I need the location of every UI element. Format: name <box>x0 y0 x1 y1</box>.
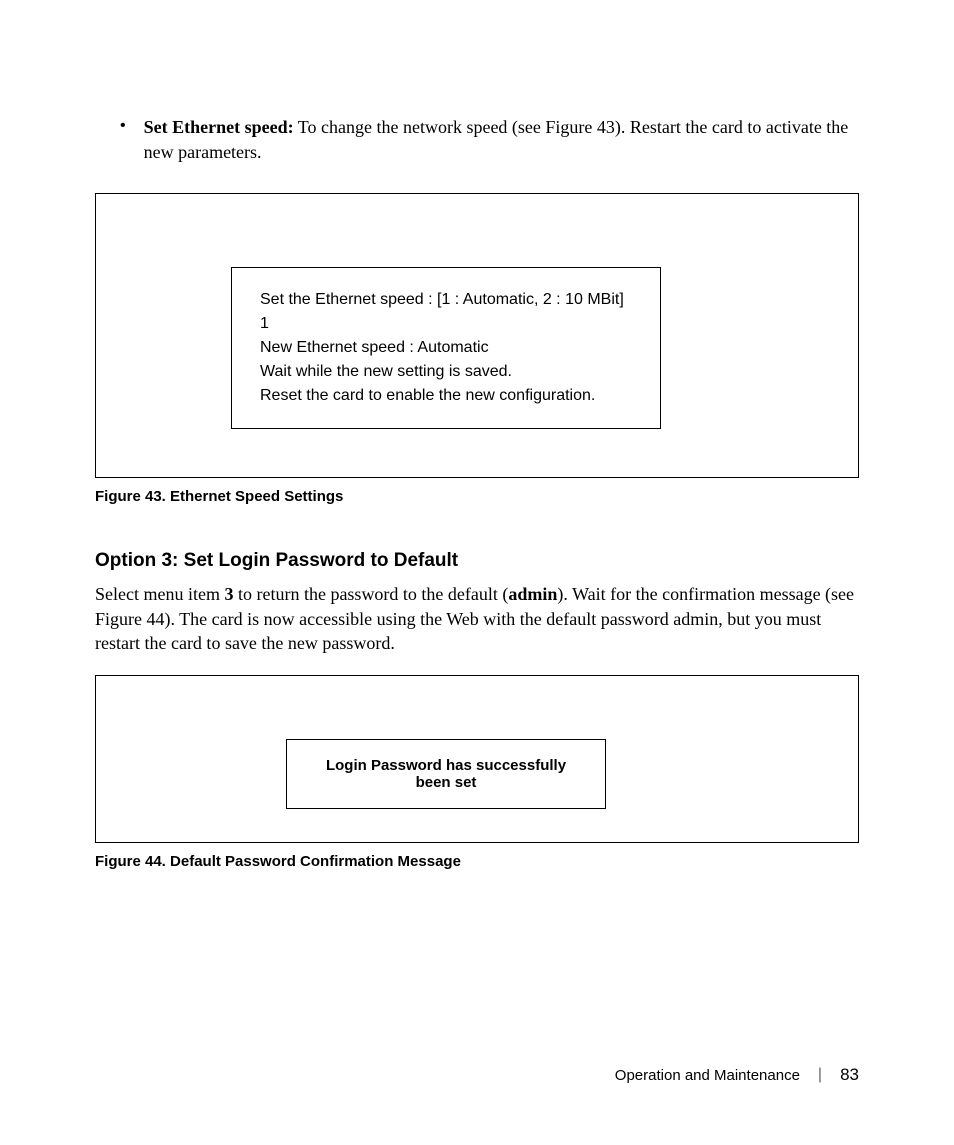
bullet-text: Set Ethernet speed: To change the networ… <box>144 115 859 165</box>
figure-44-box: Login Password has successfully been set <box>95 675 859 843</box>
terminal-line: Reset the card to enable the new configu… <box>260 384 632 408</box>
body-paragraph: Select menu item 3 to return the passwor… <box>95 582 859 655</box>
terminal-line: New Ethernet speed : Automatic <box>260 336 632 360</box>
figure-44-caption: Figure 44. Default Password Confirmation… <box>95 853 859 870</box>
footer-divider: | <box>818 1066 822 1084</box>
section-heading: Option 3: Set Login Password to Default <box>95 550 859 572</box>
page-footer: Operation and Maintenance | 83 <box>615 1065 859 1085</box>
para-bold: admin <box>508 584 557 604</box>
figure-43-box: Set the Ethernet speed : [1 : Automatic,… <box>95 193 859 478</box>
bullet-icon: • <box>120 117 126 135</box>
footer-section: Operation and Maintenance <box>615 1067 800 1084</box>
figure-43-caption: Figure 43. Ethernet Speed Settings <box>95 488 859 505</box>
terminal-line: 1 <box>260 312 632 336</box>
page-number: 83 <box>840 1065 859 1085</box>
bullet-label: Set Ethernet speed: <box>144 117 294 137</box>
bullet-item: • Set Ethernet speed: To change the netw… <box>120 115 859 165</box>
para-text: to return the password to the default ( <box>233 584 508 604</box>
confirmation-box: Login Password has successfully been set <box>286 739 606 809</box>
para-text: Select menu item <box>95 584 224 604</box>
terminal-line: Wait while the new setting is saved. <box>260 360 632 384</box>
terminal-box: Set the Ethernet speed : [1 : Automatic,… <box>231 267 661 429</box>
confirmation-text: Login Password has successfully been set <box>307 757 585 791</box>
terminal-line: Set the Ethernet speed : [1 : Automatic,… <box>260 288 632 312</box>
